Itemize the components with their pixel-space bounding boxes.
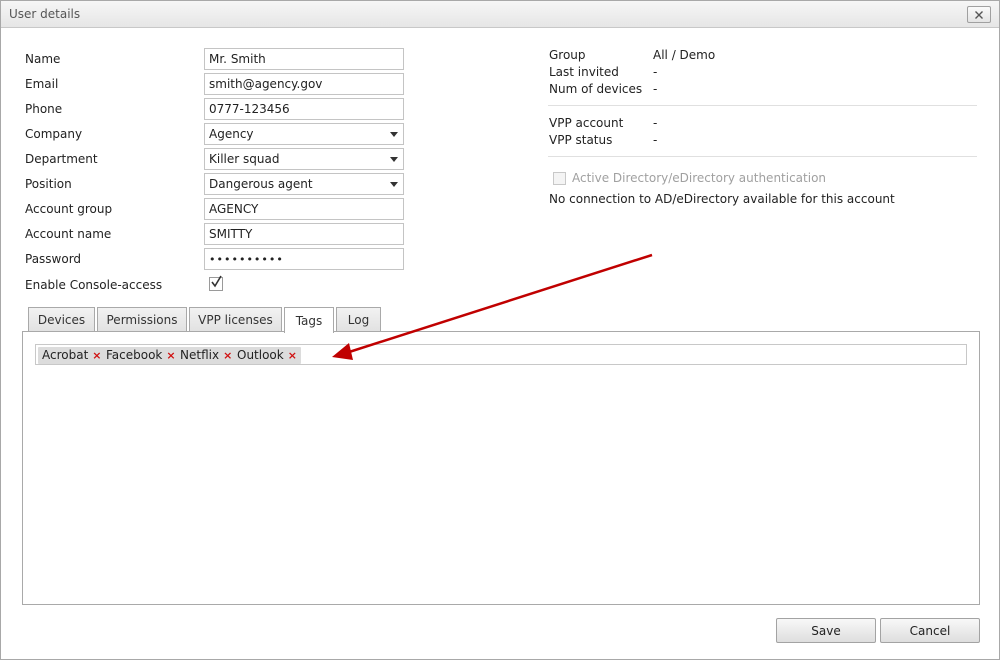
divider: [548, 156, 977, 157]
tags-input[interactable]: Acrobat × Facebook × Netflix × Outlook ×: [35, 344, 967, 365]
account-name-input[interactable]: SMITTY: [204, 223, 404, 245]
tag-remove-icon[interactable]: ×: [166, 349, 175, 362]
name-input[interactable]: Mr. Smith: [204, 48, 404, 70]
tag-acrobat: Acrobat ×: [38, 347, 106, 364]
tab-devices[interactable]: Devices: [28, 307, 95, 332]
group-label: Group: [549, 48, 586, 62]
tag-label: Acrobat: [42, 348, 89, 362]
num-devices-value: -: [653, 82, 658, 96]
company-select[interactable]: Agency: [204, 123, 404, 145]
email-label: Email: [25, 77, 59, 91]
console-access-label: Enable Console-access: [25, 278, 163, 292]
vpp-account-label: VPP account: [549, 116, 624, 130]
tag-netflix: Netflix ×: [176, 347, 237, 364]
phone-input[interactable]: 0777-123456: [204, 98, 404, 120]
tag-facebook: Facebook ×: [102, 347, 180, 364]
group-value: All / Demo: [653, 48, 716, 62]
account-group-input[interactable]: AGENCY: [204, 198, 404, 220]
ad-auth-label: Active Directory/eDirectory authenticati…: [572, 171, 827, 185]
department-label: Department: [25, 152, 98, 166]
last-invited-value: -: [653, 65, 658, 79]
account-group-label: Account group: [25, 202, 113, 216]
name-label: Name: [25, 52, 61, 66]
num-devices-label: Num of devices: [549, 82, 643, 96]
ad-connection-note: No connection to AD/eDirectory available…: [549, 192, 895, 206]
tab-tags[interactable]: Tags: [284, 307, 334, 333]
user-details-dialog: User details Name Mr. Smith Email smith@…: [0, 0, 1000, 660]
close-icon: [975, 10, 983, 19]
tab-vpp-licenses[interactable]: VPP licenses: [189, 307, 282, 332]
title-bar: User details: [1, 1, 999, 28]
tag-label: Outlook: [237, 348, 284, 362]
vpp-status-label: VPP status: [549, 133, 613, 147]
save-button[interactable]: Save: [776, 618, 876, 643]
tag-outlook: Outlook ×: [233, 347, 301, 364]
phone-label: Phone: [25, 102, 63, 116]
account-name-label: Account name: [25, 227, 112, 241]
tag-remove-icon[interactable]: ×: [288, 349, 297, 362]
last-invited-label: Last invited: [549, 65, 619, 79]
console-access-checkbox[interactable]: [209, 275, 223, 291]
tag-label: Facebook: [106, 348, 163, 362]
position-label: Position: [25, 177, 72, 191]
password-input[interactable]: ••••••••••: [204, 248, 404, 270]
tab-log[interactable]: Log: [336, 307, 381, 332]
tag-remove-icon[interactable]: ×: [92, 349, 101, 362]
tag-remove-icon[interactable]: ×: [223, 349, 232, 362]
tab-permissions[interactable]: Permissions: [97, 307, 187, 332]
email-input[interactable]: smith@agency.gov: [204, 73, 404, 95]
checkmark-icon: [211, 275, 222, 288]
cancel-button[interactable]: Cancel: [880, 618, 980, 643]
tags-panel: Acrobat × Facebook × Netflix × Outlook ×: [22, 331, 980, 605]
company-label: Company: [25, 127, 83, 141]
password-label: Password: [25, 252, 82, 266]
close-button[interactable]: [967, 6, 991, 23]
vpp-status-value: -: [653, 133, 658, 147]
position-select[interactable]: Dangerous agent: [204, 173, 404, 195]
tag-label: Netflix: [180, 348, 220, 362]
ad-auth-checkbox[interactable]: [553, 172, 566, 185]
department-select[interactable]: Killer squad: [204, 148, 404, 170]
divider: [548, 105, 977, 106]
vpp-account-value: -: [653, 116, 658, 130]
dialog-title: User details: [9, 7, 81, 21]
